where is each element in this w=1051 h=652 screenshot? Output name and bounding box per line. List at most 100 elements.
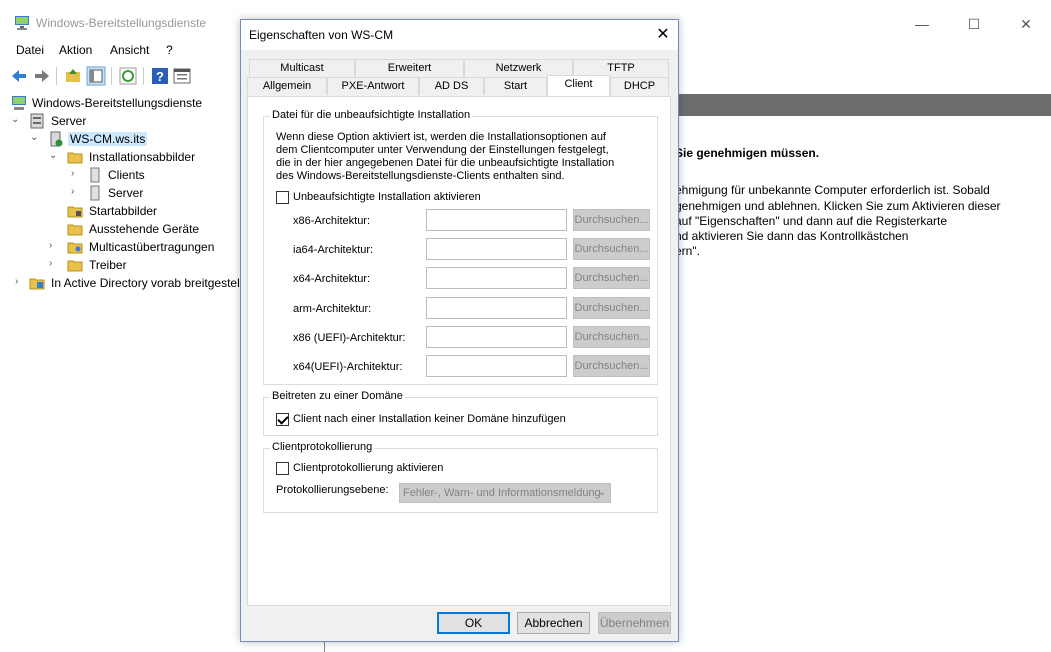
arch-label-ia64: ia64-Architektur:	[293, 244, 374, 256]
arch-label-x64-uefi: x64(UEFI)-Architektur:	[293, 361, 403, 373]
properties-dialog: Eigenschaften von WS-CM ✕ Multicast Erwe…	[240, 19, 679, 642]
show-hide-tree-icon[interactable]	[86, 66, 106, 86]
boot-folder-icon	[67, 206, 83, 218]
domain-group-title: Beitreten zu einer Domäne	[270, 390, 405, 402]
wds-app-icon	[15, 16, 29, 30]
close-icon[interactable]: ✕	[648, 24, 678, 46]
logging-group-title: Clientprotokollierung	[270, 441, 375, 453]
browse-button-x64-uefi[interactable]: Durchsuchen...	[573, 355, 650, 377]
chevron-down-icon: ⌄	[597, 487, 606, 498]
unattend-description-line: Wenn diese Option aktiviert ist, werden …	[276, 131, 606, 143]
arch-label-x64: x64-Architektur:	[293, 273, 371, 285]
details-header	[678, 94, 1051, 116]
minimize-icon[interactable]: —	[899, 9, 945, 39]
details-text-line: auf "Eigenschaften" und dann auf die Reg…	[675, 214, 948, 228]
back-arrow-icon[interactable]	[9, 66, 29, 86]
chevron-right-icon[interactable]: ›	[71, 168, 81, 180]
logging-level-label: Protokollierungsebene:	[276, 484, 389, 496]
unattend-description-line: die in der hier angegebenen Datei für di…	[276, 157, 615, 169]
tab-start[interactable]: Start	[484, 77, 547, 95]
menu-help[interactable]: ?	[166, 43, 173, 57]
close-icon[interactable]: ✕	[1003, 9, 1049, 39]
tab-dhcp[interactable]: DHCP	[610, 77, 669, 95]
dialog-title: Eigenschaften von WS-CM	[249, 28, 394, 42]
chevron-down-icon[interactable]: ⌄	[11, 114, 21, 126]
arch-input-ia64[interactable]	[426, 238, 567, 260]
chevron-right-icon[interactable]: ›	[49, 240, 59, 252]
chevron-right-icon[interactable]: ›	[49, 258, 59, 270]
logging-groupbox: Clientprotokollierung Clientprotokollier…	[263, 441, 658, 513]
unattend-description-line: des Windows-Bereitstellungsdienste-Clien…	[276, 170, 565, 182]
tab-erweitert[interactable]: Erweitert	[355, 59, 464, 77]
help-icon[interactable]: ?	[150, 66, 170, 86]
arch-input-x86[interactable]	[426, 209, 567, 231]
arch-label-x86-uefi: x86 (UEFI)-Architektur:	[293, 332, 406, 344]
browse-button-ia64[interactable]: Durchsuchen...	[573, 238, 650, 260]
toolbar-separator	[143, 67, 144, 85]
browse-button-arm[interactable]: Durchsuchen...	[573, 297, 650, 319]
no-domain-join-checkbox[interactable]	[276, 413, 289, 426]
arch-input-x64[interactable]	[426, 267, 567, 289]
unattend-groupbox: Datei für die unbeaufsichtigte Installat…	[263, 109, 658, 385]
tab-multicast[interactable]: Multicast	[249, 59, 355, 77]
apply-button[interactable]: Übernehmen	[598, 612, 671, 634]
server-group-icon	[30, 113, 44, 129]
arch-input-arm[interactable]	[426, 297, 567, 319]
details-panel: Sie genehmigen müssen. ehmigung für unbe…	[675, 92, 1051, 652]
tree-item-label: Ausstehende Geräte	[89, 222, 200, 236]
browse-button-x86-uefi[interactable]: Durchsuchen...	[573, 326, 650, 348]
svg-text:?: ?	[156, 69, 164, 84]
client-icon	[90, 167, 100, 183]
details-heading: Sie genehmigen müssen.	[675, 146, 820, 160]
tree-item-label: Clients	[108, 168, 145, 182]
logging-level-select[interactable]: Fehler-, Warn- und Informationsmeldung ⌄	[399, 483, 611, 503]
tree-item-label: In Active Directory vorab breitgestel	[51, 276, 240, 290]
tree-item-label: Startabbilder	[89, 204, 158, 218]
properties-icon[interactable]	[172, 66, 192, 86]
toolbar-separator	[111, 67, 112, 85]
tree-item-label: WS-CM.ws.its	[68, 132, 148, 146]
tab-allgemein[interactable]: Allgemein	[247, 77, 327, 95]
unattend-description-line: dem Clientcomputer unter Verwendung der …	[276, 144, 609, 156]
chevron-down-icon[interactable]: ⌄	[49, 150, 59, 162]
details-text-line: nd aktivieren Sie dann das Kontrollkästc…	[675, 229, 909, 243]
up-folder-icon[interactable]	[63, 66, 83, 86]
tree-item-host[interactable]: ⌄ WS-CM.ws.its	[30, 130, 230, 148]
refresh-icon[interactable]	[118, 66, 138, 86]
logging-level-value: Fehler-, Warn- und Informationsmeldung	[403, 487, 601, 499]
browse-button-x86[interactable]: Durchsuchen...	[573, 209, 650, 231]
wds-icon	[12, 96, 26, 110]
tab-pxe-antwort[interactable]: PXE-Antwort	[327, 77, 419, 95]
forward-arrow-icon[interactable]	[32, 66, 52, 86]
tree-item-label: Treiber	[89, 258, 127, 272]
details-text-line: ehmigung für unbekannte Computer erforde…	[675, 183, 990, 197]
tree-root-label: Windows-Bereitstellungsdienste	[32, 96, 203, 110]
logging-enable-label: Clientprotokollierung aktivieren	[293, 462, 444, 474]
menu-ansicht[interactable]: Ansicht	[110, 43, 149, 57]
drivers-folder-icon	[67, 260, 83, 272]
arch-input-x64-uefi[interactable]	[426, 355, 567, 377]
console-tree: Windows-Bereitstellungsdienste ⌄ Server …	[0, 92, 240, 652]
tab-ad-ds[interactable]: AD DS	[419, 77, 484, 95]
unattend-group-title: Datei für die unbeaufsichtigte Installat…	[270, 109, 473, 121]
chevron-down-icon[interactable]: ⌄	[30, 132, 40, 144]
chevron-right-icon[interactable]: ›	[71, 186, 81, 198]
no-domain-join-label: Client nach einer Installation keiner Do…	[293, 413, 566, 425]
chevron-right-icon[interactable]: ›	[15, 276, 25, 288]
tab-client[interactable]: Client	[547, 75, 610, 96]
maximize-icon[interactable]: ☐	[951, 9, 997, 39]
unattend-enable-checkbox[interactable]	[276, 191, 289, 204]
cancel-button[interactable]: Abbrechen	[517, 612, 590, 634]
pending-folder-icon	[67, 224, 83, 236]
logging-enable-checkbox[interactable]	[276, 462, 289, 475]
arch-label-x86: x86-Architektur:	[293, 215, 371, 227]
server-host-icon	[50, 131, 63, 147]
dialog-titlebar: Eigenschaften von WS-CM ✕	[241, 20, 678, 50]
menu-aktion[interactable]: Aktion	[59, 43, 92, 57]
menu-datei[interactable]: Datei	[16, 43, 44, 57]
browse-button-x64[interactable]: Durchsuchen...	[573, 267, 650, 289]
multicast-folder-icon	[67, 242, 83, 254]
client-tab-panel: Datei für die unbeaufsichtigte Installat…	[247, 96, 671, 606]
ok-button[interactable]: OK	[437, 612, 510, 634]
arch-input-x86-uefi[interactable]	[426, 326, 567, 348]
